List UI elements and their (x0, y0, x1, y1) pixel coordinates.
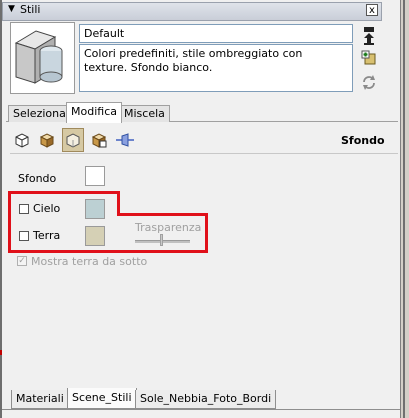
mostra-terra-label[interactable]: Mostra terra da sotto (31, 255, 147, 268)
sfondo-label: Sfondo (18, 172, 57, 185)
content-separator (10, 153, 398, 154)
window-frame-right-line (403, 0, 405, 418)
tab-seleziona[interactable]: Seleziona (8, 105, 71, 122)
style-thumbnail (10, 22, 75, 94)
style-name-field[interactable]: Default (79, 24, 353, 43)
cielo-checkbox[interactable] (19, 204, 29, 214)
section-title: Sfondo (341, 134, 385, 147)
panel-titlebar[interactable] (2, 2, 382, 21)
collapse-arrow-icon[interactable]: ▼ (8, 4, 15, 14)
face-settings-icon[interactable] (39, 132, 55, 148)
highlight-box-1-top (8, 191, 120, 194)
modeling-settings-icon[interactable] (116, 132, 134, 148)
highlight-box-2-right (205, 213, 208, 253)
cielo-label[interactable]: Cielo (33, 202, 60, 215)
bottom-edge (2, 409, 400, 410)
highlight-box-1-left (8, 191, 11, 253)
style-description-field[interactable]: Colori predefiniti, stile ombreggiato co… (79, 44, 353, 92)
refresh-icon[interactable] (361, 73, 377, 91)
mostra-terra-checkbox[interactable]: ✓ (17, 256, 27, 266)
highlight-box-1-bottom (8, 250, 208, 253)
terra-checkbox[interactable] (19, 231, 29, 241)
terra-color-swatch[interactable] (85, 226, 105, 246)
tab-miscela[interactable]: Miscela (119, 105, 170, 122)
background-settings-icon[interactable] (65, 132, 81, 148)
tab-modifica[interactable]: Modifica (66, 102, 122, 123)
close-button[interactable]: x (366, 4, 378, 16)
create-style-icon[interactable] (361, 50, 377, 68)
terra-label[interactable]: Terra (33, 229, 60, 242)
trasparenza-label: Trasparenza (135, 221, 202, 234)
trasparenza-slider-thumb[interactable] (160, 234, 163, 246)
tab-scene-stili[interactable]: Scene_Stili (67, 388, 137, 409)
tab-materiali[interactable]: Materiali (11, 390, 69, 409)
watermark-settings-icon[interactable] (91, 132, 107, 148)
edge-settings-icon[interactable] (14, 132, 30, 148)
highlight-box-1-right (117, 191, 120, 215)
highlight-box-2-top (117, 213, 208, 216)
panel-title: Stili (20, 3, 41, 16)
sfondo-color-swatch[interactable] (85, 166, 105, 186)
tab-sole-nebbia-foto-bordi[interactable]: Sole_Nebbia_Foto_Bordi (135, 390, 277, 409)
style-preview-icon (14, 30, 63, 84)
edge-marker (0, 350, 2, 355)
cielo-color-swatch[interactable] (85, 199, 105, 219)
update-style-icon[interactable] (361, 26, 377, 46)
